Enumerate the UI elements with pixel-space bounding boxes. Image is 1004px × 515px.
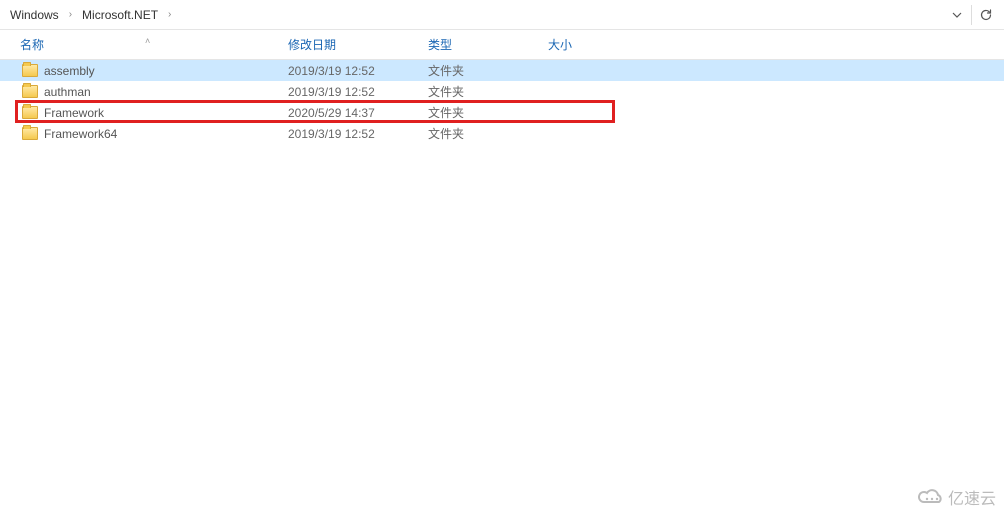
sort-indicator-icon: ˄ <box>145 36 150 46</box>
column-header-type[interactable]: 类型 <box>420 30 540 59</box>
column-header-name[interactable]: 名称 ˄ <box>0 30 280 59</box>
file-row[interactable]: assembly 2019/3/19 12:52文件夹 <box>0 60 1004 81</box>
breadcrumb-item[interactable]: Microsoft.NET <box>78 6 162 24</box>
column-headers: 名称 ˄ 修改日期 类型 大小 <box>0 30 1004 60</box>
file-size <box>540 102 640 123</box>
file-row[interactable]: authman 2019/3/19 12:52文件夹 <box>0 81 1004 102</box>
file-name: Framework <box>44 106 104 120</box>
column-header-date[interactable]: 修改日期 <box>280 30 420 59</box>
file-name: Framework64 <box>44 127 117 141</box>
breadcrumb[interactable]: Windows › Microsoft.NET › <box>6 6 945 24</box>
chevron-right-icon[interactable]: › <box>164 9 175 20</box>
column-header-size[interactable]: 大小 <box>540 30 640 59</box>
file-name: authman <box>44 85 91 99</box>
file-type: 文件夹 <box>420 102 540 123</box>
file-list[interactable]: assembly2019/3/19 12:52文件夹authman2019/3/… <box>0 60 1004 144</box>
watermark: 亿速云 <box>918 485 996 509</box>
folder-icon <box>22 64 38 77</box>
folder-icon <box>22 127 38 140</box>
column-label: 修改日期 <box>288 36 336 53</box>
folder-icon <box>22 106 38 119</box>
divider <box>971 5 972 25</box>
file-name: assembly <box>44 64 95 78</box>
folder-icon <box>22 85 38 98</box>
column-label: 名称 <box>20 36 44 53</box>
file-size <box>540 60 640 81</box>
file-type: 文件夹 <box>420 60 540 81</box>
refresh-button[interactable] <box>974 3 998 27</box>
column-label: 类型 <box>428 36 452 53</box>
file-row[interactable]: Framework64 2019/3/19 12:52文件夹 <box>0 123 1004 144</box>
chevron-right-icon[interactable]: › <box>65 9 76 20</box>
file-date: 2019/3/19 12:52 <box>280 81 420 102</box>
file-size <box>540 123 640 144</box>
file-date: 2019/3/19 12:52 <box>280 60 420 81</box>
dropdown-button[interactable] <box>945 3 969 27</box>
file-type: 文件夹 <box>420 81 540 102</box>
file-date: 2020/5/29 14:37 <box>280 102 420 123</box>
file-row[interactable]: Framework 2020/5/29 14:37文件夹 <box>0 102 1004 123</box>
column-label: 大小 <box>548 36 572 53</box>
watermark-text: 亿速云 <box>948 485 996 509</box>
file-date: 2019/3/19 12:52 <box>280 123 420 144</box>
file-type: 文件夹 <box>420 123 540 144</box>
address-bar: Windows › Microsoft.NET › <box>0 0 1004 30</box>
file-size <box>540 81 640 102</box>
breadcrumb-item[interactable]: Windows <box>6 6 63 24</box>
